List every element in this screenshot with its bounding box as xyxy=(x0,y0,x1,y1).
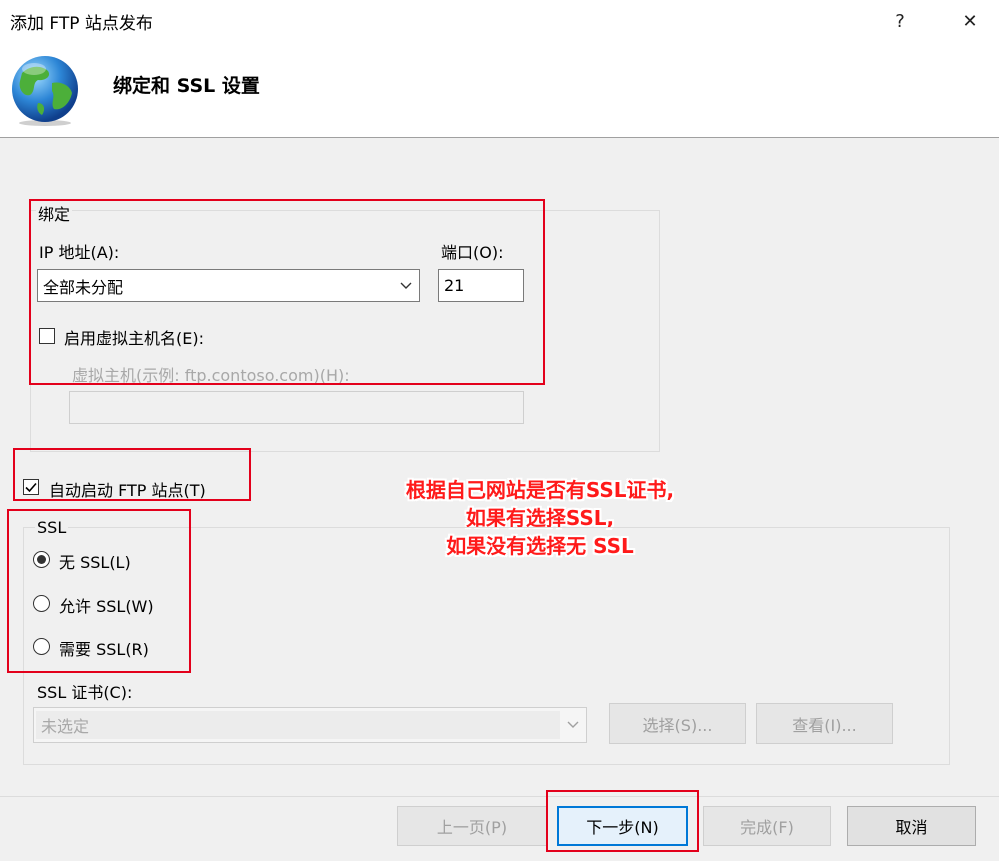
finish-button[interactable]: 完成(F) xyxy=(703,806,831,846)
ssl-cert-value: 未选定 xyxy=(36,711,560,739)
close-icon: ✕ xyxy=(962,10,978,32)
close-button[interactable]: ✕ xyxy=(947,4,993,38)
title-bar: 添加 FTP 站点发布 ? ✕ xyxy=(0,0,999,40)
annotation-highlight-ssl xyxy=(7,509,191,673)
annotation-highlight-binding xyxy=(29,199,545,385)
select-cert-button[interactable]: 选择(S)... xyxy=(609,703,746,744)
annotation-highlight-next xyxy=(546,790,699,852)
view-cert-button[interactable]: 查看(I)... xyxy=(756,703,893,744)
prev-button[interactable]: 上一页(P) xyxy=(397,806,547,846)
annotation-highlight-autostart xyxy=(13,448,251,501)
chevron-down-icon xyxy=(560,721,586,729)
help-button[interactable]: ? xyxy=(877,4,923,38)
annotation-line-1: 根据自己网站是否有SSL证书, xyxy=(405,478,675,502)
cancel-button[interactable]: 取消 xyxy=(847,806,976,846)
page-header: 绑定和 SSL 设置 xyxy=(0,40,999,138)
window-title: 添加 FTP 站点发布 xyxy=(10,14,153,34)
help-icon: ? xyxy=(895,10,905,32)
virtual-host-input[interactable] xyxy=(69,391,524,424)
page-title: 绑定和 SSL 设置 xyxy=(113,75,260,97)
ssl-cert-dropdown[interactable]: 未选定 xyxy=(33,707,587,743)
ssl-cert-label: SSL 证书(C): xyxy=(37,683,133,702)
globe-icon xyxy=(12,56,78,126)
